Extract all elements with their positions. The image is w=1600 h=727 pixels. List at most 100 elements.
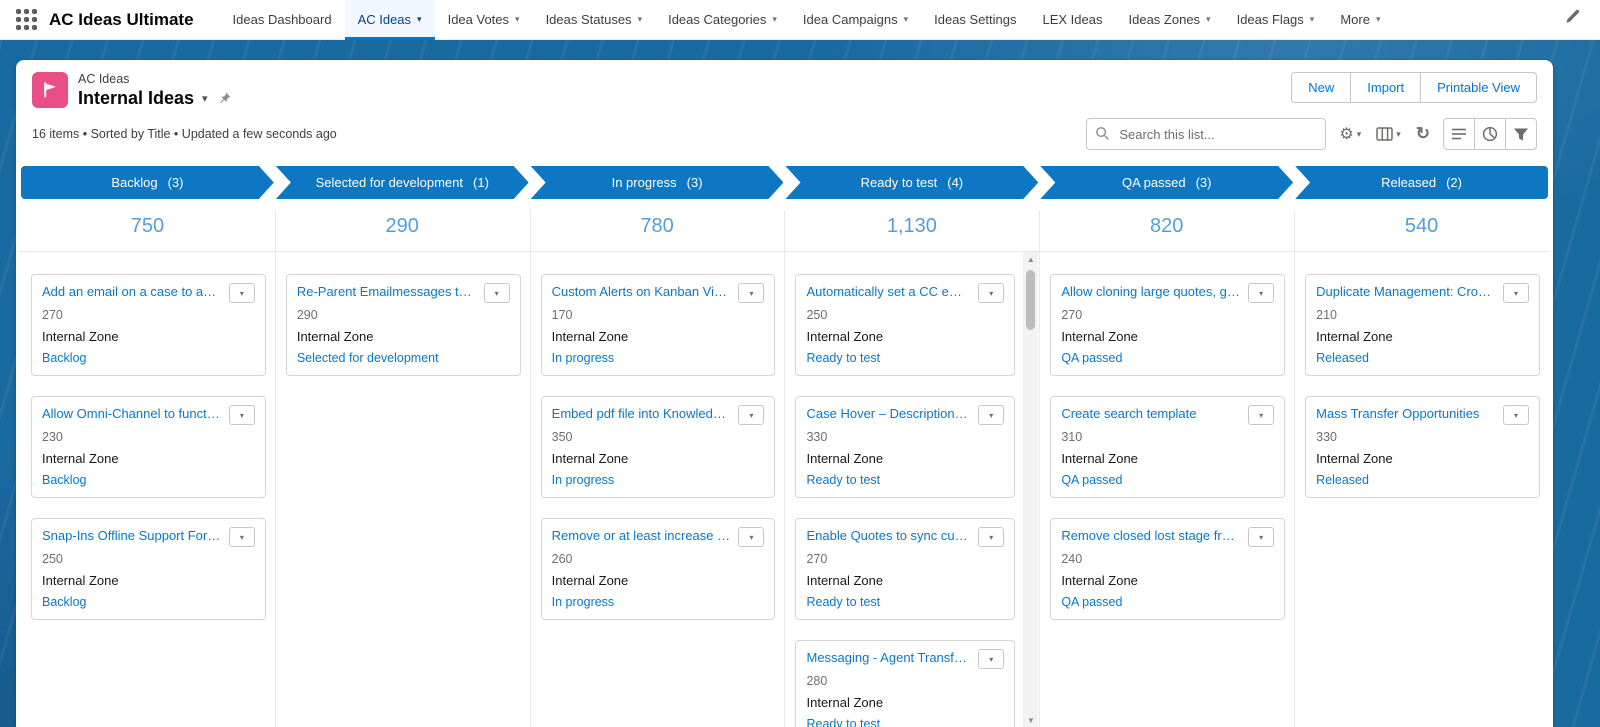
card-status-link[interactable]: Released xyxy=(1316,350,1529,366)
card-status-link[interactable]: QA passed xyxy=(1061,350,1274,366)
card-title-link[interactable]: Embed pdf file into Knowledge… xyxy=(552,405,731,422)
card-menu-button[interactable]: ▾ xyxy=(978,283,1005,303)
tab-ideas-dashboard[interactable]: Ideas Dashboard xyxy=(220,0,345,40)
charts-button[interactable] xyxy=(1474,118,1506,150)
card-title-link[interactable]: Custom Alerts on Kanban Views xyxy=(552,283,731,300)
column-header[interactable]: Backlog (3) xyxy=(21,166,274,199)
card-status-link[interactable]: Backlog xyxy=(42,350,255,366)
column-scrollbar[interactable]: ▲ ▼ xyxy=(1023,252,1039,727)
idea-card[interactable]: Remove or at least increase da… ▾ 260 In… xyxy=(540,518,776,620)
card-title-link[interactable]: Re-Parent Emailmessages to an… xyxy=(297,283,476,300)
card-title-link[interactable]: Create search template xyxy=(1061,405,1240,422)
idea-card[interactable]: Mass Transfer Opportunities ▾ 330 Intern… xyxy=(1305,396,1540,498)
card-status-link[interactable]: Ready to test xyxy=(806,716,1004,727)
card-title-link[interactable]: Mass Transfer Opportunities xyxy=(1316,405,1495,422)
card-status-link[interactable]: Released xyxy=(1316,472,1529,488)
import-button[interactable]: Import xyxy=(1350,72,1422,103)
card-title-link[interactable]: Enable Quotes to sync custo… xyxy=(806,527,970,544)
card-title-link[interactable]: Messaging - Agent Transfers xyxy=(806,649,970,666)
idea-card[interactable]: Create search template ▾ 310 Internal Zo… xyxy=(1050,396,1286,498)
idea-card[interactable]: Custom Alerts on Kanban Views ▾ 170 Inte… xyxy=(540,274,776,376)
tab-more[interactable]: More ▾ xyxy=(1327,0,1393,40)
card-status-link[interactable]: In progress xyxy=(552,472,765,488)
card-status-link[interactable]: QA passed xyxy=(1061,594,1274,610)
card-menu-button[interactable]: ▾ xyxy=(228,283,255,303)
idea-card[interactable]: Case Hover – Description Li… ▾ 330 Inter… xyxy=(795,396,1016,498)
card-menu-button[interactable]: ▾ xyxy=(1502,405,1529,425)
card-menu-button[interactable]: ▾ xyxy=(978,405,1005,425)
idea-card[interactable]: Allow Omni-Channel to functio… ▾ 230 Int… xyxy=(31,396,266,498)
edit-button[interactable] xyxy=(1443,118,1475,150)
card-menu-button[interactable]: ▾ xyxy=(978,527,1005,547)
card-menu-button[interactable]: ▾ xyxy=(483,283,510,303)
idea-card[interactable]: Embed pdf file into Knowledge… ▾ 350 Int… xyxy=(540,396,776,498)
idea-card[interactable]: Duplicate Management: Cross … ▾ 210 Inte… xyxy=(1305,274,1540,376)
idea-card[interactable]: Snap-Ins Offline Support Form … ▾ 250 In… xyxy=(31,518,266,620)
display-as-button[interactable]: ▾ xyxy=(1374,122,1403,146)
list-view-selector-chevron-icon[interactable]: ▾ xyxy=(202,92,208,105)
card-status-link[interactable]: Ready to test xyxy=(806,472,1004,488)
idea-card[interactable]: Enable Quotes to sync custo… ▾ 270 Inter… xyxy=(795,518,1016,620)
tab-lex-ideas[interactable]: LEX Ideas xyxy=(1030,0,1116,40)
search-input[interactable] xyxy=(1086,118,1327,150)
tab-ideas-settings[interactable]: Ideas Settings xyxy=(921,0,1029,40)
card-title-link[interactable]: Remove closed lost stage from … xyxy=(1061,527,1240,544)
app-launcher-icon[interactable] xyxy=(16,9,37,30)
tab-idea-campaigns[interactable]: Idea Campaigns ▾ xyxy=(790,0,921,40)
nav-edit-pencil-icon[interactable] xyxy=(1560,5,1584,34)
card-menu-button[interactable]: ▾ xyxy=(1248,405,1275,425)
column-header[interactable]: In progress (3) xyxy=(531,166,784,199)
card-status-link[interactable]: QA passed xyxy=(1061,472,1274,488)
card-title-link[interactable]: Duplicate Management: Cross … xyxy=(1316,283,1495,300)
card-title-link[interactable]: Automatically set a CC email… xyxy=(806,283,970,300)
tab-ideas-categories[interactable]: Ideas Categories ▾ xyxy=(655,0,790,40)
card-title-link[interactable]: Allow cloning large quotes, go… xyxy=(1061,283,1240,300)
card-status-link[interactable]: In progress xyxy=(552,350,765,366)
card-title-link[interactable]: Snap-Ins Offline Support Form … xyxy=(42,527,221,544)
card-status-link[interactable]: In progress xyxy=(552,594,765,610)
idea-card[interactable]: Remove closed lost stage from … ▾ 240 In… xyxy=(1050,518,1286,620)
card-title-link[interactable]: Add an email on a case to anot… xyxy=(42,283,221,300)
printable-view-button[interactable]: Printable View xyxy=(1420,72,1537,103)
card-status-link[interactable]: Backlog xyxy=(42,472,255,488)
card-status-link[interactable]: Selected for development xyxy=(297,350,510,366)
card-menu-button[interactable]: ▾ xyxy=(228,405,255,425)
card-menu-button[interactable]: ▾ xyxy=(1248,527,1275,547)
scrollbar-thumb[interactable] xyxy=(1026,270,1036,330)
card-title-link[interactable]: Allow Omni-Channel to functio… xyxy=(42,405,221,422)
column-header[interactable]: Released (2) xyxy=(1295,166,1548,199)
card-status-link[interactable]: Ready to test xyxy=(806,594,1004,610)
card-status-link[interactable]: Backlog xyxy=(42,594,255,610)
column-header[interactable]: Ready to test (4) xyxy=(785,166,1038,199)
card-menu-button[interactable]: ▾ xyxy=(228,527,255,547)
idea-card[interactable]: Re-Parent Emailmessages to an… ▾ 290 Int… xyxy=(285,274,521,376)
tab-ideas-flags[interactable]: Ideas Flags ▾ xyxy=(1224,0,1328,40)
filter-button[interactable] xyxy=(1505,118,1537,150)
card-status-link[interactable]: Ready to test xyxy=(806,350,1004,366)
column-header[interactable]: Selected for development (1) xyxy=(276,166,529,199)
scroll-down-icon[interactable]: ▼ xyxy=(1023,713,1038,727)
list-view-controls-button[interactable]: ⚙ ▾ xyxy=(1337,120,1363,148)
tab-ideas-statuses[interactable]: Ideas Statuses ▾ xyxy=(533,0,656,40)
scroll-up-icon[interactable]: ▲ xyxy=(1023,252,1038,266)
idea-card[interactable]: Automatically set a CC email… ▾ 250 Inte… xyxy=(795,274,1016,376)
card-menu-button[interactable]: ▾ xyxy=(738,527,765,547)
card-menu-button[interactable]: ▾ xyxy=(738,283,765,303)
idea-card[interactable]: Allow cloning large quotes, go… ▾ 270 In… xyxy=(1050,274,1286,376)
new-button[interactable]: New xyxy=(1291,72,1352,103)
idea-card[interactable]: Messaging - Agent Transfers ▾ 280 Intern… xyxy=(795,640,1016,727)
card-menu-button[interactable]: ▾ xyxy=(738,405,765,425)
card-menu-button[interactable]: ▾ xyxy=(1502,283,1529,303)
refresh-button[interactable]: ↻ xyxy=(1414,120,1432,148)
idea-card[interactable]: Add an email on a case to anot… ▾ 270 In… xyxy=(31,274,266,376)
card-title-link[interactable]: Case Hover – Description Li… xyxy=(806,405,970,422)
column-header[interactable]: QA passed (3) xyxy=(1040,166,1293,199)
card-menu-button[interactable]: ▾ xyxy=(978,649,1005,669)
tab-ac-ideas[interactable]: AC Ideas ▾ xyxy=(344,0,435,40)
card-title-link[interactable]: Remove or at least increase da… xyxy=(552,527,731,544)
tab-idea-votes[interactable]: Idea Votes ▾ xyxy=(435,0,533,40)
tab-ideas-zones[interactable]: Ideas Zones ▾ xyxy=(1116,0,1224,40)
card-menu-button[interactable]: ▾ xyxy=(1248,283,1275,303)
pin-icon[interactable] xyxy=(218,92,231,105)
column-count: (3) xyxy=(1195,175,1212,190)
